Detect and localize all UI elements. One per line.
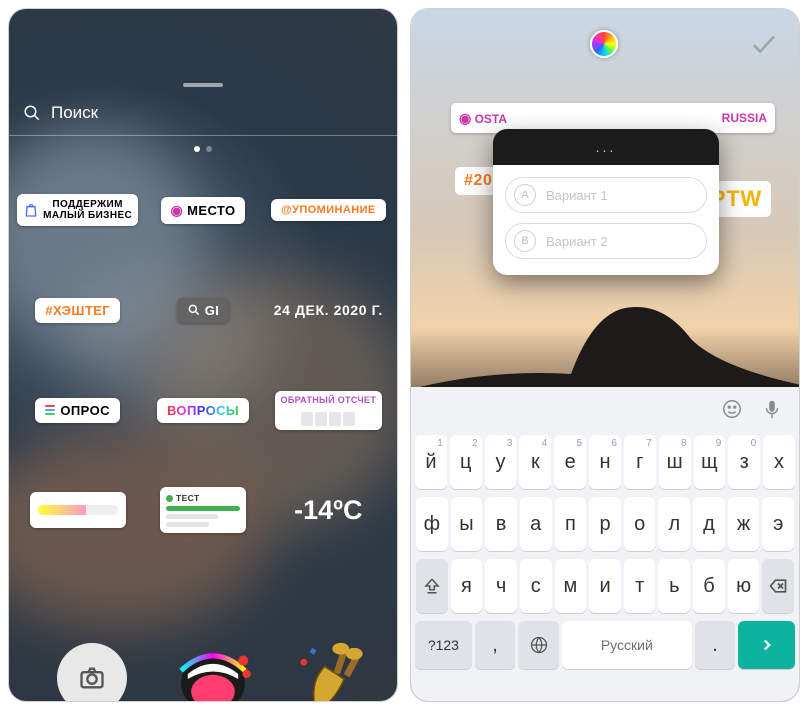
sticker-quiz[interactable]: ТЕСТ: [160, 487, 246, 533]
key-р[interactable]: р: [589, 497, 621, 551]
shift-icon: [423, 577, 441, 595]
option-letter: B: [514, 230, 536, 252]
key-а[interactable]: а: [520, 497, 552, 551]
key-д[interactable]: д: [693, 497, 725, 551]
numbers-key[interactable]: ?123: [415, 621, 472, 669]
key-я[interactable]: я: [451, 559, 483, 613]
sticker-gif[interactable]: GI: [177, 298, 230, 323]
sticker-mention[interactable]: @УПОМИНАНИЕ: [271, 199, 386, 221]
key-ч[interactable]: ч: [485, 559, 517, 613]
globe-icon: [529, 635, 549, 655]
keyboard-row-3: ячсмитьбю: [415, 559, 795, 613]
sticker-date[interactable]: 24 ДЕК. 2020 Г.: [274, 302, 383, 318]
page-dots: [194, 146, 212, 152]
camera-icon: [78, 664, 106, 692]
sticker-sheet: Поиск ПОДДЕРЖИМ МАЛЫЙ БИЗНЕС ◉ МЕСТО @УП…: [9, 9, 397, 701]
option-placeholder: Вариант 1: [546, 188, 608, 203]
sticker-location[interactable]: ◉ МЕСТО: [161, 197, 246, 224]
key-с[interactable]: с: [520, 559, 552, 613]
done-check-icon[interactable]: [749, 29, 779, 59]
key-з[interactable]: з0: [728, 435, 760, 489]
mic-icon[interactable]: [761, 398, 783, 420]
key-щ[interactable]: щ9: [694, 435, 726, 489]
keyboard-suggestion-bar: [411, 387, 799, 431]
option-placeholder: Вариант 2: [546, 234, 608, 249]
key-ы[interactable]: ы: [451, 497, 483, 551]
backspace-icon: [768, 576, 788, 596]
sticker-icon[interactable]: [721, 398, 743, 420]
key-т[interactable]: т: [624, 559, 656, 613]
sticker-countdown[interactable]: ОБРАТНЫЙ ОТСЧЕТ: [275, 391, 383, 430]
key-ь[interactable]: ь: [658, 559, 690, 613]
search-placeholder: Поиск: [51, 103, 98, 123]
sticker-slider[interactable]: [30, 492, 126, 528]
key-ц[interactable]: ц2: [450, 435, 482, 489]
key-э[interactable]: э: [762, 497, 794, 551]
slider-track: [38, 505, 118, 515]
shopping-bag-icon: [23, 202, 39, 218]
sticker-small-business[interactable]: ПОДДЕРЖИМ МАЛЫЙ БИЗНЕС: [17, 194, 138, 226]
comma-key[interactable]: ,: [475, 621, 516, 669]
key-м[interactable]: м: [555, 559, 587, 613]
key-х[interactable]: х: [763, 435, 795, 489]
location-pin-icon: ◉: [459, 110, 471, 126]
key-ю[interactable]: ю: [728, 559, 760, 613]
key-л[interactable]: л: [658, 497, 690, 551]
enter-key[interactable]: [738, 621, 795, 669]
key-в[interactable]: в: [485, 497, 517, 551]
phone-left: Поиск ПОДДЕРЖИМ МАЛЫЙ БИЗНЕС ◉ МЕСТО @УП…: [8, 8, 398, 702]
sticker-temperature[interactable]: -14ºC: [294, 495, 362, 526]
key-е[interactable]: е5: [554, 435, 586, 489]
key-ш[interactable]: ш8: [659, 435, 691, 489]
countdown-digits-icon: [301, 412, 355, 426]
sticker-search[interactable]: Поиск: [9, 103, 397, 136]
sticker-mouth[interactable]: [171, 637, 255, 702]
location-pin-icon: ◉: [171, 202, 184, 219]
key-ж[interactable]: ж: [728, 497, 760, 551]
key-у[interactable]: у3: [485, 435, 517, 489]
key-к[interactable]: к4: [519, 435, 551, 489]
quiz-title-input[interactable]: ...: [493, 129, 719, 165]
keyboard-row-1: й1ц2у3к4е5н6г7ш8щ9з0х: [415, 435, 795, 489]
key-й[interactable]: й1: [415, 435, 447, 489]
search-icon: [187, 303, 201, 317]
keyboard: й1ц2у3к4е5н6г7ш8щ9з0х фывапролджэ ячсмит…: [411, 431, 799, 701]
keyboard-row-4: ?123 , Русский .: [415, 621, 795, 669]
key-б[interactable]: б: [693, 559, 725, 613]
key-г[interactable]: г7: [624, 435, 656, 489]
key-о[interactable]: о: [624, 497, 656, 551]
phone-right: ◉ OSTA RUSSIA #20 PTW ... A Вариант 1 B …: [410, 8, 800, 702]
quiz-dot-icon: [166, 495, 173, 502]
quiz-option-b[interactable]: B Вариант 2: [505, 223, 707, 259]
keyboard-row-2: фывапролджэ: [415, 497, 795, 551]
key-н[interactable]: н6: [589, 435, 621, 489]
search-icon: [23, 104, 41, 122]
key-ф[interactable]: ф: [416, 497, 448, 551]
chevron-right-icon: [758, 636, 776, 654]
sheet-handle[interactable]: [183, 83, 223, 87]
sticker-poll[interactable]: ОПРОС: [35, 398, 119, 423]
key-п[interactable]: п: [555, 497, 587, 551]
poll-icon: [45, 405, 55, 415]
sticker-hashtag[interactable]: #ХЭШТЕГ: [35, 298, 120, 323]
sticker-questions[interactable]: ВОПРОСЫ: [157, 398, 249, 423]
key-и[interactable]: и: [589, 559, 621, 613]
quiz-sticker-editor[interactable]: ... A Вариант 1 B Вариант 2: [493, 129, 719, 275]
space-key[interactable]: Русский: [562, 621, 692, 669]
language-key[interactable]: [518, 621, 559, 669]
backspace-key[interactable]: [762, 559, 794, 613]
quiz-option-a[interactable]: A Вариант 1: [505, 177, 707, 213]
sticker-celebration[interactable]: [287, 637, 371, 702]
period-key[interactable]: .: [695, 621, 736, 669]
shift-key[interactable]: [416, 559, 448, 613]
color-picker-button[interactable]: [590, 30, 618, 58]
option-letter: A: [514, 184, 536, 206]
